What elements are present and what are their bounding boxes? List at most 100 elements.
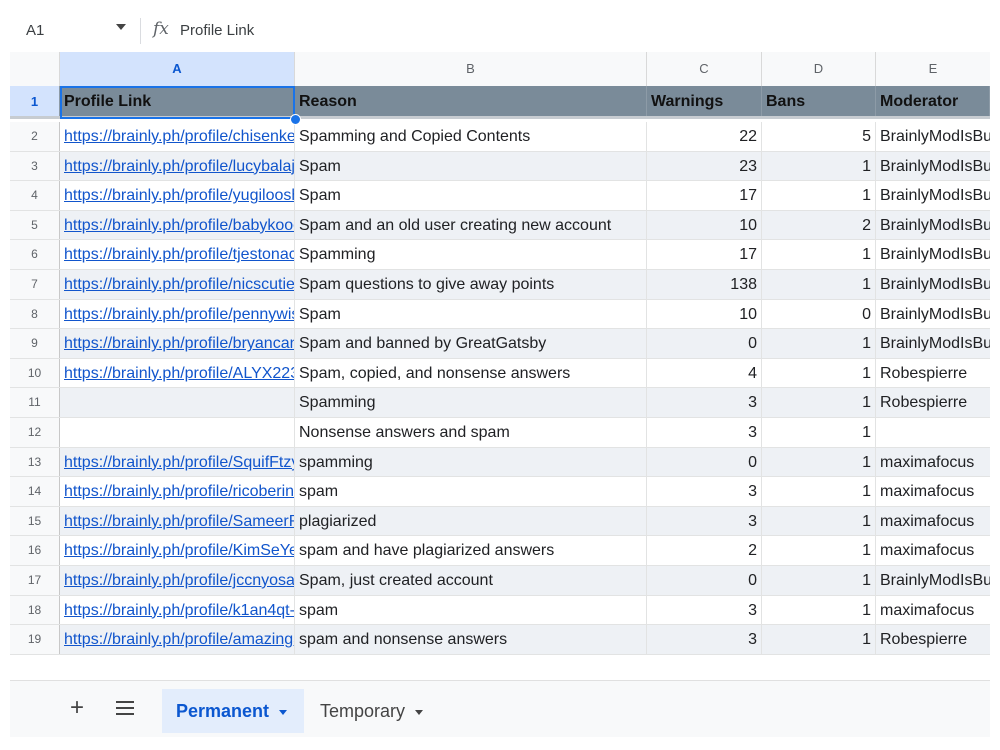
cell-header-profile-link[interactable]: Profile Link xyxy=(60,86,295,116)
cell-header-moderator[interactable]: Moderator xyxy=(876,86,990,116)
cell-bans[interactable]: 1 xyxy=(762,506,876,536)
cell-profile-link[interactable]: https://brainly.ph/profile/SameerRa xyxy=(60,506,295,536)
row-header[interactable]: 4 xyxy=(10,181,60,210)
cell-moderator[interactable]: Robespierre xyxy=(876,359,990,388)
caret-down-icon[interactable] xyxy=(279,709,288,715)
cell-reason[interactable]: spam xyxy=(295,477,647,506)
cell-moderator[interactable]: BrainlyModIsBusy xyxy=(876,211,990,240)
cell-moderator[interactable]: maximafocus xyxy=(876,596,990,625)
cell-warnings[interactable]: 3 xyxy=(647,418,762,447)
cell-profile-link[interactable]: https://brainly.ph/profile/chisenkei6 xyxy=(60,122,295,151)
cell-reason[interactable]: Spam xyxy=(295,181,647,210)
cell-warnings[interactable]: 17 xyxy=(647,181,762,210)
cell-reason[interactable]: Spam and banned by GreatGatsby xyxy=(295,329,647,358)
cell-reason[interactable]: spam xyxy=(295,595,647,625)
menu-icon[interactable] xyxy=(116,701,134,715)
cell-reason[interactable]: Spam, copied, and nonsense answers xyxy=(295,358,647,388)
cell-moderator[interactable]: maximafocus xyxy=(876,536,990,565)
cell-moderator[interactable] xyxy=(876,418,990,447)
cell-bans[interactable]: 2 xyxy=(762,210,876,240)
cell-bans[interactable]: 1 xyxy=(762,595,876,625)
cell-moderator[interactable]: maximafocus xyxy=(876,477,990,506)
cell-profile-link[interactable]: https://brainly.ph/profile/KimSeYeo xyxy=(60,536,295,565)
row-header[interactable]: 3 xyxy=(10,151,60,181)
cell-warnings[interactable]: 0 xyxy=(647,566,762,595)
formula-input[interactable]: Profile Link xyxy=(180,22,254,39)
cell-moderator[interactable]: BrainlyModIsBusy xyxy=(876,122,990,151)
cell-header-bans[interactable]: Bans xyxy=(762,86,876,116)
cell-profile-link[interactable]: https://brainly.ph/profile/k1an4qt-1 xyxy=(60,595,295,625)
cell-warnings[interactable]: 138 xyxy=(647,270,762,299)
cell-profile-link[interactable]: https://brainly.ph/profile/bryancana xyxy=(60,329,295,358)
row-header[interactable]: 6 xyxy=(10,240,60,269)
row-header[interactable]: 19 xyxy=(10,625,60,654)
cell-warnings[interactable]: 3 xyxy=(647,477,762,506)
name-box[interactable]: A1 xyxy=(26,22,44,39)
cell-warnings[interactable]: 17 xyxy=(647,240,762,269)
cell-reason[interactable]: Spamming xyxy=(295,388,647,417)
cell-bans[interactable]: 1 xyxy=(762,625,876,654)
cell-warnings[interactable]: 0 xyxy=(647,329,762,358)
cell-profile-link[interactable]: https://brainly.ph/profile/SquifFtzy- xyxy=(60,447,295,477)
cell-profile-link[interactable]: https://brainly.ph/profile/nicscutie1 xyxy=(60,270,295,299)
row-header[interactable]: 5 xyxy=(10,210,60,240)
cell-profile-link[interactable]: https://brainly.ph/profile/ALYX2231 xyxy=(60,358,295,388)
cell-reason[interactable]: Spam, just created account xyxy=(295,566,647,595)
cell-profile-link[interactable]: https://brainly.ph/profile/lucybalaja xyxy=(60,151,295,181)
row-header[interactable]: 9 xyxy=(10,329,60,358)
cell-reason[interactable]: Nonsense answers and spam xyxy=(295,418,647,447)
fill-handle[interactable] xyxy=(290,114,301,125)
cell-profile-link[interactable]: https://brainly.ph/profile/babykoooo xyxy=(60,210,295,240)
cell-profile-link[interactable] xyxy=(60,418,295,447)
cell-reason[interactable]: spam and nonsense answers xyxy=(295,625,647,654)
cell-warnings[interactable]: 10 xyxy=(647,299,762,329)
cell-profile-link[interactable] xyxy=(60,388,295,417)
cell-reason[interactable]: Spam questions to give away points xyxy=(295,270,647,299)
cell-reason[interactable]: Spam xyxy=(295,299,647,329)
cell-profile-link[interactable]: https://brainly.ph/profile/pennywise xyxy=(60,299,295,329)
row-header[interactable]: 8 xyxy=(10,299,60,329)
cell-moderator[interactable]: maximafocus xyxy=(876,507,990,536)
row-header[interactable]: 16 xyxy=(10,536,60,565)
row-header[interactable]: 14 xyxy=(10,477,60,506)
cell-warnings[interactable]: 0 xyxy=(647,447,762,477)
cell-moderator[interactable]: Robespierre xyxy=(876,625,990,654)
cell-moderator[interactable]: maximafocus xyxy=(876,448,990,477)
column-header-c[interactable]: C xyxy=(647,52,762,86)
cell-bans[interactable]: 1 xyxy=(762,477,876,506)
cell-warnings[interactable]: 3 xyxy=(647,595,762,625)
cell-warnings[interactable]: 22 xyxy=(647,122,762,151)
cell-profile-link[interactable]: https://brainly.ph/profile/ricoberino xyxy=(60,477,295,506)
row-header[interactable]: 1 xyxy=(10,86,60,116)
cell-bans[interactable]: 1 xyxy=(762,447,876,477)
row-header[interactable]: 2 xyxy=(10,122,60,151)
column-header-b[interactable]: B xyxy=(295,52,647,86)
cell-bans[interactable]: 1 xyxy=(762,270,876,299)
cell-reason[interactable]: plagiarized xyxy=(295,506,647,536)
cell-bans[interactable]: 1 xyxy=(762,329,876,358)
cell-moderator[interactable]: BrainlyModIsBusy xyxy=(876,240,990,269)
cell-reason[interactable]: Spamming xyxy=(295,240,647,269)
cell-header-reason[interactable]: Reason xyxy=(295,86,647,116)
caret-down-icon[interactable] xyxy=(415,709,424,715)
cell-moderator[interactable]: BrainlyModIsBusy xyxy=(876,566,990,595)
column-header-e[interactable]: E xyxy=(876,52,990,86)
cell-reason[interactable]: Spam xyxy=(295,151,647,181)
cell-warnings[interactable]: 3 xyxy=(647,388,762,417)
cell-warnings[interactable]: 2 xyxy=(647,536,762,565)
plus-icon[interactable]: + xyxy=(70,694,84,722)
cell-reason[interactable]: Spamming and Copied Contents xyxy=(295,122,647,151)
select-all-corner[interactable] xyxy=(10,52,60,86)
tab-permanent[interactable]: Permanent xyxy=(162,689,304,733)
cell-bans[interactable]: 1 xyxy=(762,566,876,595)
row-header[interactable]: 15 xyxy=(10,506,60,536)
cell-bans[interactable]: 0 xyxy=(762,299,876,329)
cell-moderator[interactable]: BrainlyModIsBusy xyxy=(876,329,990,358)
row-header[interactable]: 13 xyxy=(10,447,60,477)
cell-bans[interactable]: 1 xyxy=(762,240,876,269)
cell-profile-link[interactable]: https://brainly.ph/profile/jccnyosab xyxy=(60,566,295,595)
column-header-a[interactable]: A xyxy=(60,52,295,86)
cell-profile-link[interactable]: https://brainly.ph/profile/amazing57 xyxy=(60,625,295,654)
cell-reason[interactable]: spamming xyxy=(295,447,647,477)
cell-moderator[interactable]: BrainlyModIsBusy xyxy=(876,152,990,181)
